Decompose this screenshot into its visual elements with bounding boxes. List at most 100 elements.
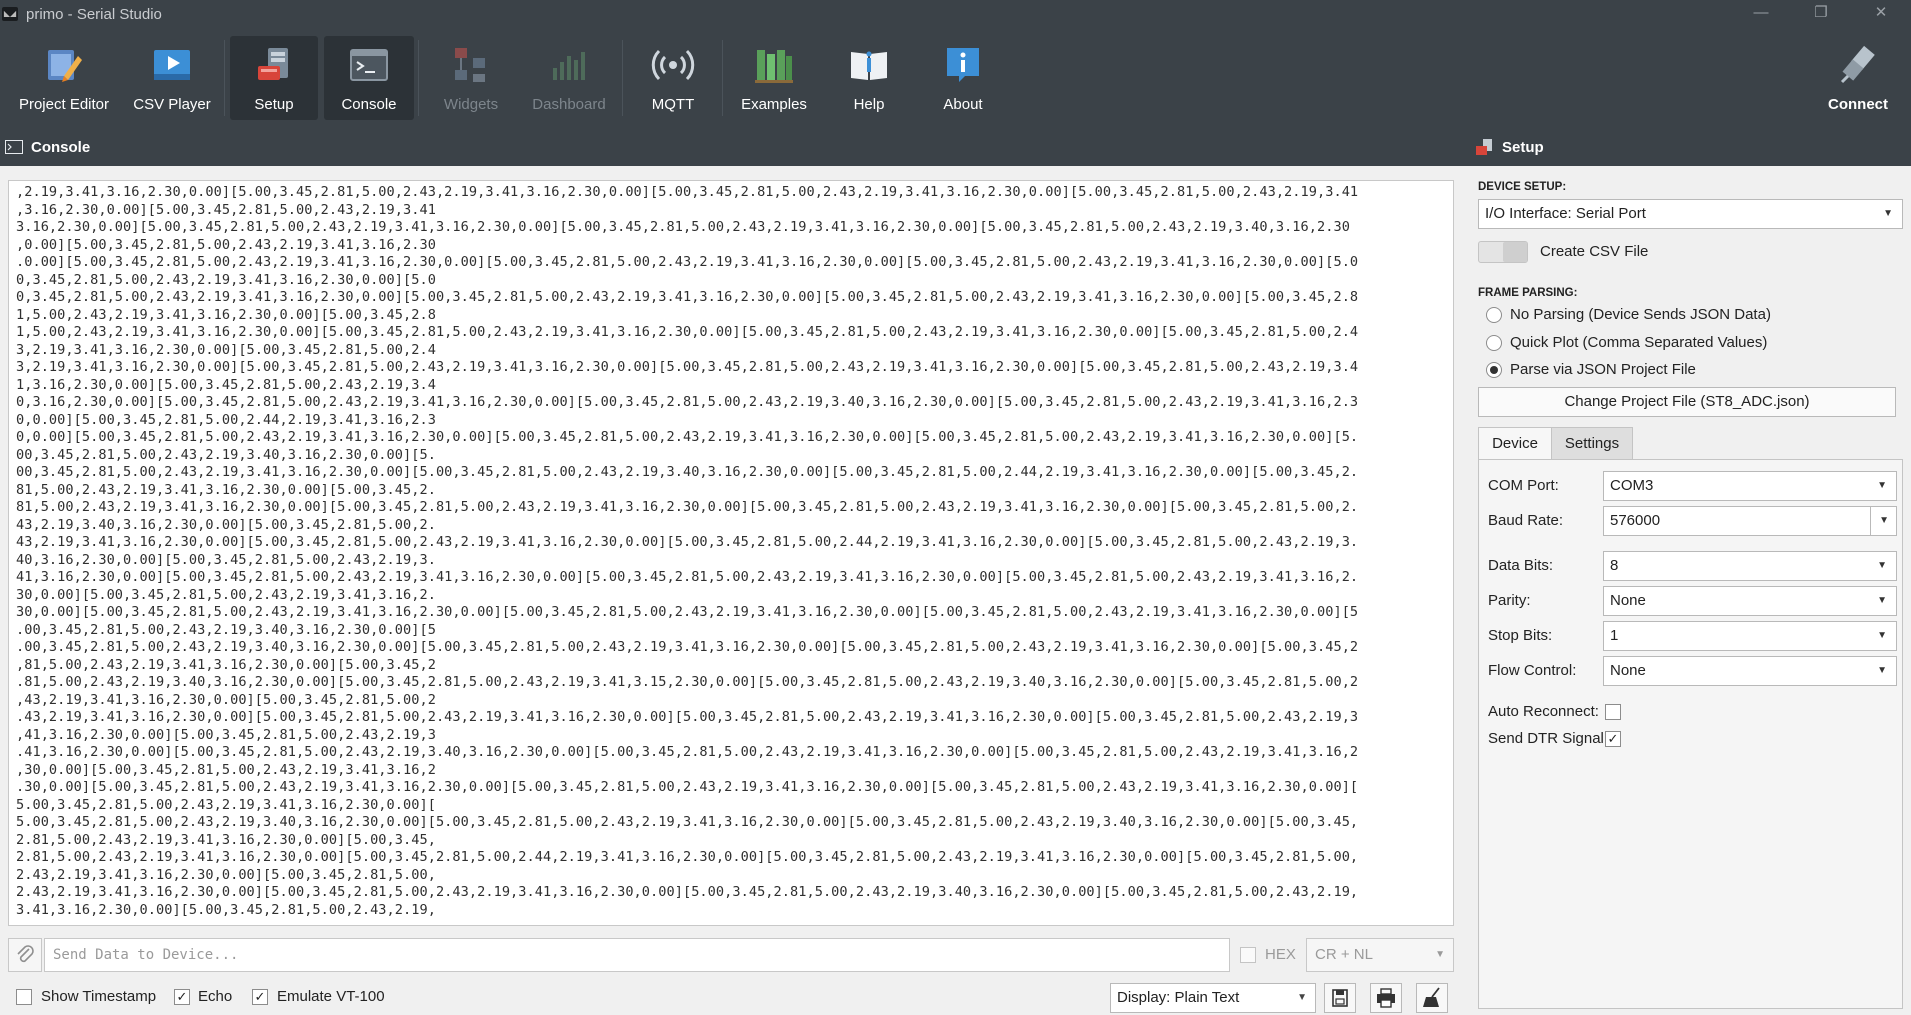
setup-header: Setup <box>1468 128 1911 166</box>
printer-icon <box>1377 988 1395 1008</box>
mqtt-button[interactable]: MQTT <box>628 36 718 120</box>
setup-button[interactable]: Setup <box>230 36 318 120</box>
minimize-button[interactable]: — <box>1731 0 1791 28</box>
baud-rate-dropdown[interactable]: ▼ <box>1870 506 1897 536</box>
baud-rate-input[interactable]: 576000 <box>1603 506 1871 536</box>
console-line: 3.41,3.16,2.30,0.00][5.00,3.45,2.81,5.00… <box>16 901 436 918</box>
console-line: ,3.16,2.30,0.00][5.00,3.45,2.81,5.00,2.4… <box>16 201 436 218</box>
data-bits-select[interactable]: 8 ▼ <box>1603 551 1897 581</box>
console-line: 81,5.00,2.43,2.19,3.41,3.16,2.30,0.00][5… <box>16 481 436 498</box>
chevron-down-icon: ▼ <box>1877 595 1887 606</box>
console-line: ,43,2.19,3.41,3.16,2.30,0.00][5.00,3.45,… <box>16 691 436 708</box>
about-button[interactable]: About <box>918 36 1008 120</box>
setup-tabs: Device Settings <box>1478 427 1903 460</box>
csv-player-button[interactable]: CSV Player <box>124 36 220 120</box>
setup-header-title: Setup <box>1502 138 1544 156</box>
tab-settings[interactable]: Settings <box>1551 427 1633 460</box>
quick-plot-radio[interactable] <box>1486 335 1502 351</box>
console-line: 2.81,5.00,2.43,2.19,3.41,3.16,2.30,0.00]… <box>16 849 1359 865</box>
emulate-vt100-checkbox[interactable]: ✓ <box>252 989 268 1005</box>
io-interface-select[interactable]: I/O Interface: Serial Port ▼ <box>1478 199 1903 229</box>
console-line: 1,5.00,2.43,2.19,3.41,3.16,2.30,0.00][5.… <box>16 324 1359 340</box>
console-line: 43,2.19,3.40,3.16,2.30,0.00][5.00,3.45,2… <box>16 516 436 533</box>
dashboard-label: Dashboard <box>532 96 606 113</box>
send-data-input[interactable]: Send Data to Device... <box>44 938 1230 972</box>
com-port-label: COM Port: <box>1488 477 1559 494</box>
io-interface-value: I/O Interface: Serial Port <box>1485 205 1646 222</box>
help-button[interactable]: Help <box>826 36 912 120</box>
hex-checkbox[interactable] <box>1240 947 1256 963</box>
flow-control-select[interactable]: None ▼ <box>1603 656 1897 686</box>
console-line: 0,0.00][5.00,3.45,2.81,5.00,2.43,2.19,3.… <box>16 429 1359 445</box>
emulate-vt100-label: Emulate VT-100 <box>277 988 385 1005</box>
toolbar-separator <box>418 40 419 116</box>
console-line: 30,0.00][5.00,3.45,2.81,5.00,2.43,2.19,3… <box>16 586 436 603</box>
attach-file-button[interactable] <box>8 938 42 972</box>
console-line: 1,5.00,2.43,2.19,3.41,3.16,2.30,0.00][5.… <box>16 306 436 323</box>
send-dtr-checkbox[interactable]: ✓ <box>1605 731 1621 747</box>
echo-checkbox[interactable]: ✓ <box>174 989 190 1005</box>
console-line: .0.00][5.00,3.45,2.81,5.00,2.43,2.19,3.4… <box>16 254 1359 270</box>
stop-bits-select[interactable]: 1 ▼ <box>1603 621 1897 651</box>
widgets-button[interactable]: Widgets <box>428 36 514 120</box>
toolbar-separator <box>224 40 225 116</box>
project-editor-button[interactable]: Project Editor <box>12 36 116 120</box>
display-mode-select[interactable]: Display: Plain Text ▼ <box>1110 983 1316 1013</box>
hex-label: HEX <box>1265 946 1296 963</box>
show-timestamp-label: Show Timestamp <box>41 988 157 1005</box>
connect-label: Connect <box>1828 96 1888 113</box>
create-csv-toggle[interactable] <box>1478 241 1528 263</box>
no-parsing-radio[interactable] <box>1486 307 1502 323</box>
restore-button[interactable]: ❐ <box>1791 0 1851 28</box>
stop-bits-value: 1 <box>1610 627 1619 644</box>
flow-control-label: Flow Control: <box>1488 662 1577 679</box>
console-line: ,2.19,3.41,3.16,2.30,0.00][5.00,3.45,2.8… <box>16 184 1359 200</box>
console-line: 2.43,2.19,3.41,3.16,2.30,0.00][5.00,3.45… <box>16 866 436 883</box>
line-ending-value: CR + NL <box>1315 946 1373 963</box>
mqtt-icon <box>651 49 695 81</box>
console-line: .00,3.45,2.81,5.00,2.43,2.19,3.40,3.16,2… <box>16 621 436 638</box>
auto-reconnect-checkbox[interactable] <box>1605 704 1621 720</box>
line-ending-select[interactable]: CR + NL ▼ <box>1306 938 1454 972</box>
chevron-down-icon: ▼ <box>1877 480 1887 491</box>
clear-console-button[interactable] <box>1416 983 1448 1013</box>
project-editor-label: Project Editor <box>18 96 110 113</box>
title-bar: ◣◢ primo - Serial Studio — ❐ ✕ <box>0 0 1911 28</box>
json-project-label: Parse via JSON Project File <box>1510 361 1696 378</box>
create-csv-label: Create CSV File <box>1540 243 1649 260</box>
toolbar-separator <box>622 40 623 116</box>
console-line: 00,3.45,2.81,5.00,2.43,2.19,3.40,3.16,2.… <box>16 446 436 463</box>
chevron-down-icon: ▼ <box>1877 560 1887 571</box>
dashboard-button[interactable]: Dashboard <box>522 36 616 120</box>
toolbar-separator <box>722 40 723 116</box>
show-timestamp-checkbox[interactable] <box>16 989 32 1005</box>
save-log-button[interactable] <box>1324 983 1356 1013</box>
connect-button[interactable]: Connect <box>1812 36 1904 120</box>
console-line: 2.43,2.19,3.41,3.16,2.30,0.00][5.00,3.45… <box>16 884 1359 900</box>
setup-header-icon <box>1476 139 1492 155</box>
window-title: primo - Serial Studio <box>26 5 162 23</box>
console-panel: ,2.19,3.41,3.16,2.30,0.00][5.00,3.45,2.8… <box>0 166 1468 1015</box>
close-button[interactable]: ✕ <box>1851 0 1911 28</box>
display-mode-value: Display: Plain Text <box>1117 989 1240 1006</box>
console-line: 1,3.16,2.30,0.00][5.00,3.45,2.81,5.00,2.… <box>16 376 436 393</box>
console-button[interactable]: Console <box>324 36 414 120</box>
console-header-icon <box>5 140 23 154</box>
com-port-select[interactable]: COM3 ▼ <box>1603 471 1897 501</box>
console-output[interactable]: ,2.19,3.41,3.16,2.30,0.00][5.00,3.45,2.8… <box>8 180 1454 926</box>
examples-button[interactable]: Examples <box>728 36 820 120</box>
json-project-radio[interactable] <box>1486 362 1502 378</box>
console-line: 0,0.00][5.00,3.45,2.81,5.00,2.44,2.19,3.… <box>16 411 436 428</box>
console-options-row: Show Timestamp ✓ Echo ✓ Emulate VT-100 D… <box>0 976 1468 1015</box>
tab-device[interactable]: Device <box>1478 427 1552 460</box>
change-project-file-button[interactable]: Change Project File (ST8_ADC.json) <box>1478 387 1896 417</box>
parity-label: Parity: <box>1488 592 1531 609</box>
console-line: ,41,3.16,2.30,0.00][5.00,3.45,2.81,5.00,… <box>16 726 436 743</box>
console-line: ,30,0.00][5.00,3.45,2.81,5.00,2.43,2.19,… <box>16 761 436 778</box>
print-button[interactable] <box>1370 983 1402 1013</box>
console-line: .41,3.16,2.30,0.00][5.00,3.45,2.81,5.00,… <box>16 744 1359 760</box>
chevron-down-icon: ▼ <box>1877 665 1887 676</box>
parity-select[interactable]: None ▼ <box>1603 586 1897 616</box>
help-icon <box>851 51 887 80</box>
main-toolbar: Project Editor CSV Player Setup Console <box>0 28 1911 128</box>
